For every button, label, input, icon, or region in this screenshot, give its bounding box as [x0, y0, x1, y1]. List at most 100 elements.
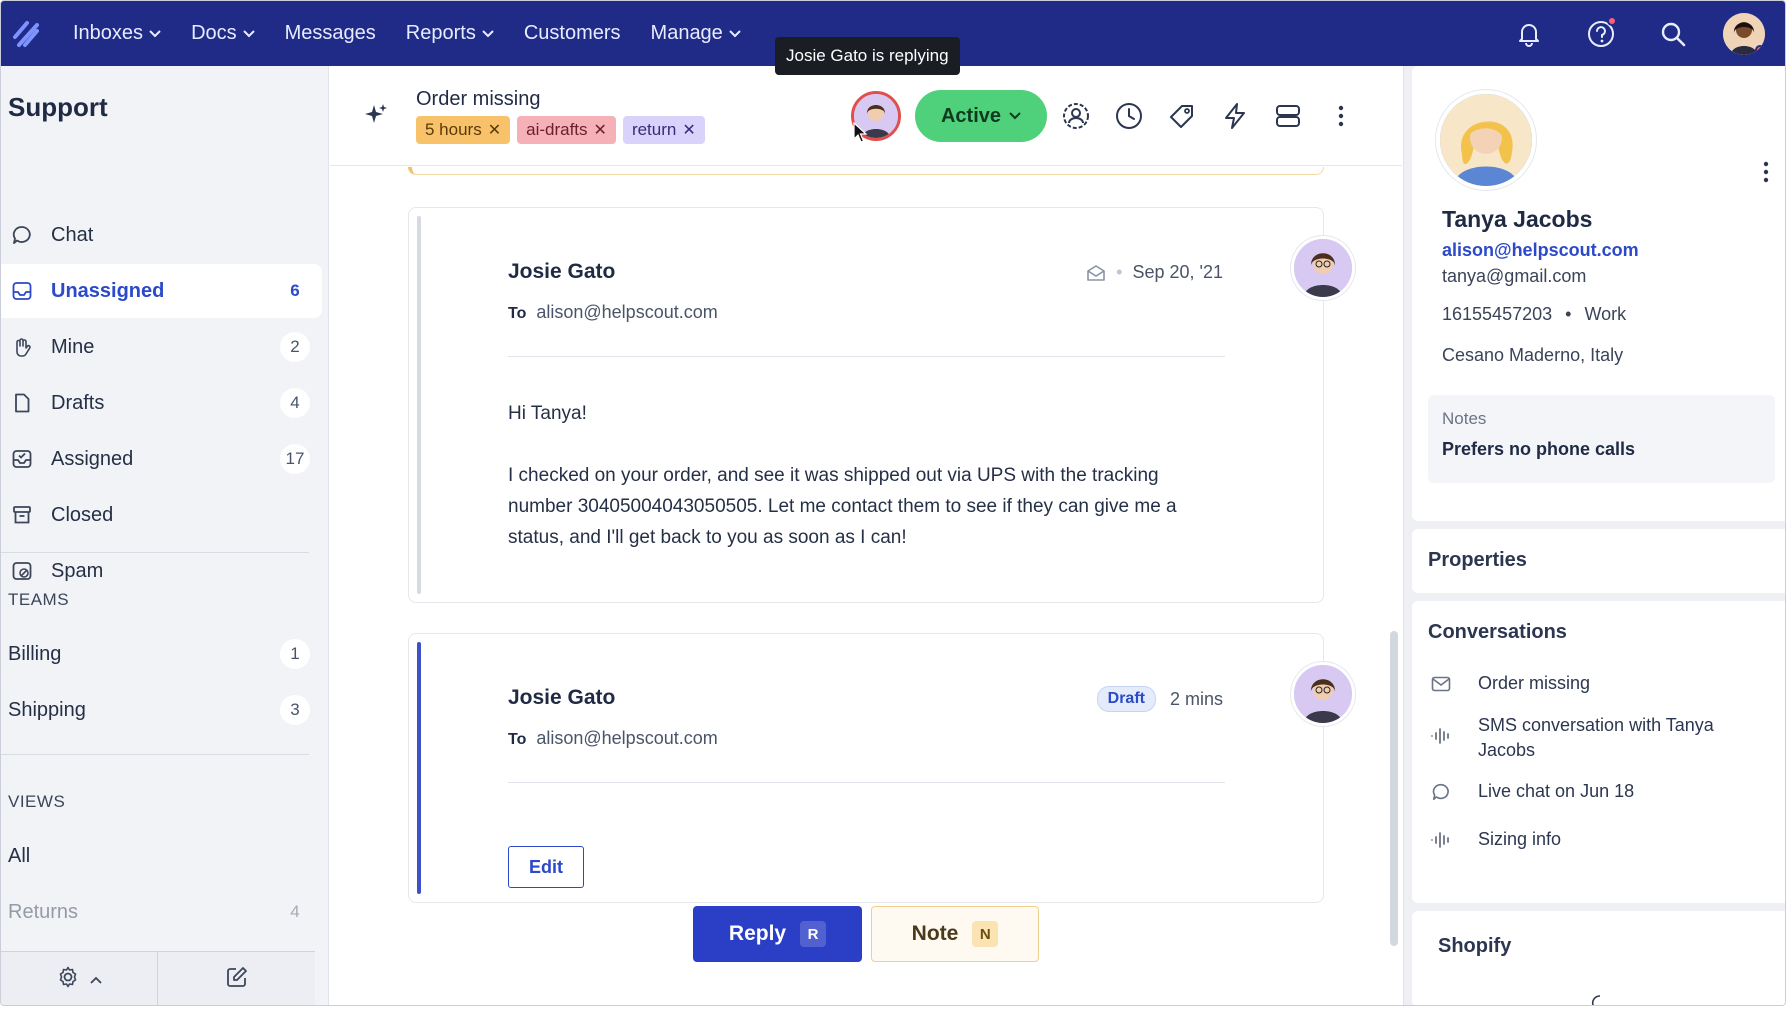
tag-chip[interactable]: ai-drafts ✕ — [517, 116, 616, 144]
nav-customers[interactable]: Customers — [524, 1, 621, 66]
mouse-cursor-icon — [853, 122, 868, 143]
inbox-icon — [9, 278, 35, 304]
chevron-down-icon — [729, 29, 741, 38]
nav-inboxes[interactable]: Inboxes — [73, 1, 161, 66]
more-vertical-icon[interactable] — [1762, 160, 1770, 189]
message-meta: Draft 2 mins — [1096, 686, 1223, 712]
chevron-down-icon — [242, 29, 255, 38]
search-icon[interactable] — [1653, 14, 1693, 54]
conversation-thread: Josie Gato • Sep 20, '21 To alison@helpsc… — [330, 167, 1402, 1005]
conversation-subject[interactable]: Order missing — [416, 88, 540, 111]
nav-messages[interactable]: Messages — [285, 1, 376, 66]
reply-button[interactable]: Reply R — [693, 906, 862, 962]
remove-tag-icon[interactable]: ✕ — [488, 120, 501, 140]
sidebar-item-mine[interactable]: Mine 2 — [1, 320, 322, 374]
nav-reports[interactable]: Reports — [406, 1, 494, 66]
conversations-title: Conversations — [1428, 621, 1567, 643]
divider — [508, 782, 1225, 783]
thread-scrollbar[interactable] — [1390, 631, 1398, 946]
folder-count: 2 — [280, 332, 310, 362]
loading-spinner-icon — [1591, 995, 1601, 1005]
customer-name[interactable]: Tanya Jacobs — [1442, 206, 1592, 233]
properties-section[interactable]: Properties — [1412, 529, 1785, 593]
conversation-link[interactable]: SMS conversation with Tanya Jacobs — [1428, 713, 1768, 763]
edit-draft-button[interactable]: Edit — [508, 846, 584, 888]
customer-location: Cesano Maderno, Italy — [1442, 345, 1624, 365]
sidebar-item-label: Closed — [51, 503, 114, 526]
lightning-icon[interactable] — [1214, 95, 1256, 137]
sidebar-item-returns[interactable]: Returns 4 — [1, 885, 322, 939]
sidebar-item-label: Drafts — [51, 391, 105, 414]
more-vertical-icon[interactable] — [1320, 95, 1362, 137]
sidebar-item-assigned[interactable]: Assigned 17 — [1, 432, 322, 486]
user-avatar[interactable] — [1723, 12, 1765, 55]
sidebar-item-all[interactable]: All — [1, 829, 322, 883]
message-recipient: To alison@helpscout.com — [508, 728, 718, 749]
email-open-icon — [1086, 264, 1106, 282]
status-dropdown[interactable]: Active — [915, 90, 1047, 142]
sidebar-item-shipping[interactable]: Shipping 3 — [1, 683, 322, 737]
folder-count: 4 — [280, 388, 310, 418]
help-icon[interactable] — [1581, 14, 1621, 54]
customer-email-primary[interactable]: alison@helpscout.com — [1442, 240, 1639, 261]
sms-wave-icon — [1428, 827, 1454, 853]
notes-box[interactable]: Notes Prefers no phone calls — [1428, 395, 1775, 483]
divider — [1, 552, 309, 553]
remove-tag-icon[interactable]: ✕ — [682, 120, 695, 140]
chat-bubble-icon — [1428, 779, 1454, 805]
sidebar-item-label: Mine — [51, 335, 95, 358]
conversation-actions — [1055, 95, 1373, 137]
to-label: To — [508, 731, 527, 748]
assign-icon[interactable] — [1055, 95, 1097, 137]
conversation-link-label: Order missing — [1478, 673, 1591, 693]
draft-message-card: Josie Gato Draft 2 mins To alison@helpsco… — [408, 633, 1355, 903]
chat-bubble-icon — [9, 222, 35, 248]
helpscout-logo-icon[interactable] — [5, 13, 47, 55]
note-button[interactable]: Note N — [871, 906, 1039, 962]
customer-phone[interactable]: 16155457203 — [1442, 304, 1552, 324]
nav-docs[interactable]: Docs — [191, 1, 255, 66]
sidebar-item-closed[interactable]: Closed — [1, 488, 322, 542]
customer-email-secondary[interactable]: tanya@gmail.com — [1442, 266, 1586, 287]
message-date: Sep 20, '21 — [1132, 262, 1223, 282]
remove-tag-icon[interactable]: ✕ — [594, 120, 607, 140]
gear-icon — [56, 965, 80, 994]
clock-icon[interactable] — [1108, 95, 1150, 137]
draft-accent-bar — [417, 642, 421, 894]
sparkle-icon[interactable] — [364, 102, 388, 131]
shortcut-key: R — [800, 921, 827, 947]
conversations-section: Conversations Order missing SMS conversa… — [1412, 601, 1785, 903]
conversation-link[interactable]: Order missing — [1428, 671, 1768, 697]
nav-menu: Inboxes Docs Messages Reports Customers … — [73, 1, 771, 66]
teams-heading: TEAMS — [8, 590, 70, 609]
message-card: Josie Gato • Sep 20, '21 To alison@helpsc… — [408, 207, 1355, 603]
tag-chip[interactable]: return ✕ — [622, 116, 705, 144]
shopify-section[interactable]: Shopify — [1412, 911, 1785, 1005]
nav-manage[interactable]: Manage — [651, 1, 741, 66]
conversation-link-label: Sizing info — [1478, 829, 1562, 849]
mailbox-sidebar: Support Chat Unassigned 6 Mine 2 Drafts … — [1, 66, 329, 1005]
mailbox-title: Support — [8, 92, 108, 122]
tag-icon[interactable] — [1161, 95, 1203, 137]
tag-label: return — [631, 120, 677, 139]
compose-button[interactable] — [158, 952, 315, 1005]
views-heading: VIEWS — [8, 792, 66, 811]
sidebar-item-billing[interactable]: Billing 1 — [1, 627, 322, 681]
message-author: Josie Gato — [508, 260, 616, 283]
tag-chip[interactable]: 5 hours ✕ — [416, 116, 511, 144]
notes-label: Notes — [1442, 409, 1487, 428]
settings-button[interactable] — [1, 952, 158, 1005]
bell-icon[interactable] — [1509, 14, 1549, 54]
message-accent-bar — [417, 216, 421, 594]
customer-sidebar: Tanya Jacobs alison@helpscout.com tanya@… — [1403, 66, 1785, 1005]
folder-count: 17 — [280, 444, 310, 474]
layout-icon[interactable] — [1267, 95, 1309, 137]
sidebar-item-label: Billing — [8, 642, 62, 665]
sidebar-item-drafts[interactable]: Drafts 4 — [1, 376, 322, 430]
sidebar-item-chat[interactable]: Chat — [1, 208, 322, 262]
conversation-link-label: Live chat on Jun 18 — [1478, 781, 1635, 801]
sidebar-item-unassigned[interactable]: Unassigned 6 — [1, 264, 322, 318]
conversation-link[interactable]: Live chat on Jun 18 — [1428, 779, 1768, 805]
conversation-link[interactable]: Sizing info — [1428, 827, 1768, 853]
chevron-up-icon — [90, 971, 102, 989]
